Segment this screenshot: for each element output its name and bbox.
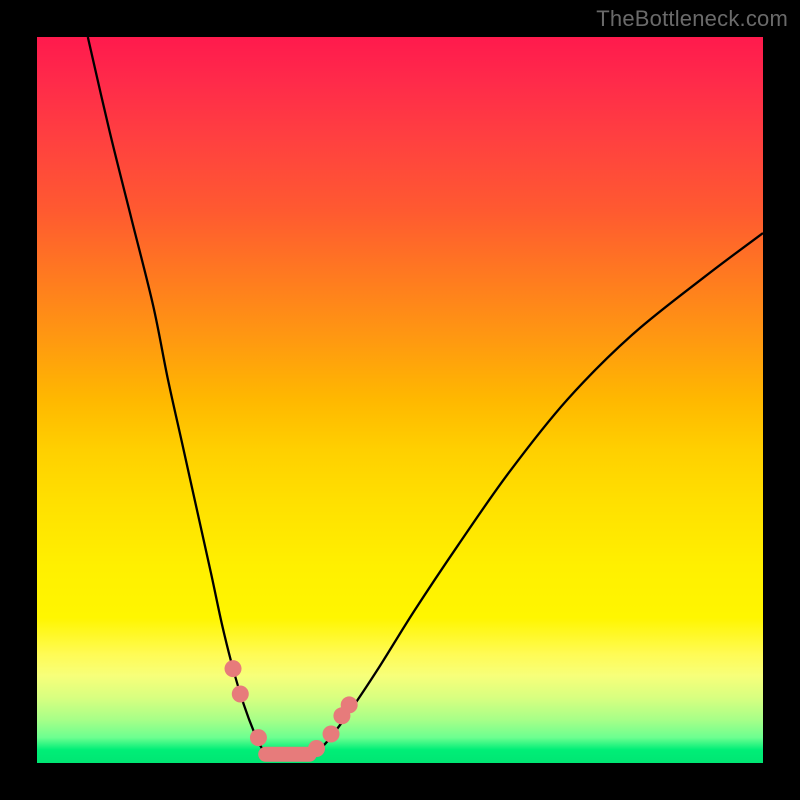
left-branch-curve xyxy=(88,37,270,756)
curve-layer xyxy=(37,37,763,763)
plot-area xyxy=(37,37,763,763)
watermark-text: TheBottleneck.com xyxy=(596,6,788,32)
chart-frame: TheBottleneck.com xyxy=(0,0,800,800)
data-marker xyxy=(225,660,242,677)
data-marker xyxy=(323,725,340,742)
right-branch-curve xyxy=(313,233,763,756)
data-marker xyxy=(341,696,358,713)
data-marker xyxy=(232,686,249,703)
data-marker xyxy=(250,729,267,746)
data-marker xyxy=(308,740,325,757)
